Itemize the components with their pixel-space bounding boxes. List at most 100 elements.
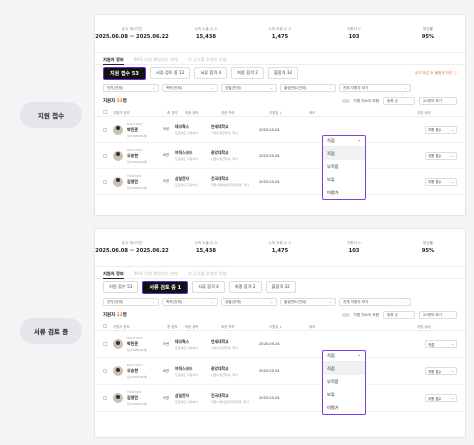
applicant-name[interactable]: 김영민 bbox=[127, 179, 157, 185]
applicant-info: TWP6288 김영민 남/1998(25세) bbox=[127, 174, 157, 190]
perpage-label: 20명씩 보기 bbox=[423, 312, 442, 317]
row-checkbox[interactable] bbox=[103, 369, 107, 373]
row-checkbox[interactable] bbox=[103, 179, 107, 184]
column-header: 지원 상태 bbox=[417, 324, 431, 329]
perpage-select[interactable]: 20명씩 보기 bbox=[419, 97, 457, 105]
filter-select[interactable]: 출생연도(전체) ⌄ bbox=[280, 298, 336, 306]
stat-card: 공고 게시기간 2025.06.08 ~ 2025.06.22 bbox=[95, 229, 169, 266]
stat-value: 103 bbox=[348, 34, 360, 40]
perpage-label: 20명씩 보기 bbox=[423, 98, 442, 103]
table-row[interactable]: TWP6288 김영민 남/1998(25세) 5년 삼일전자 프로덕트 디자이너 건국대학… bbox=[95, 385, 465, 412]
tab-2[interactable]: 이 공고를 조회한 인재 bbox=[188, 57, 227, 65]
dropdown-option[interactable]: 보류 bbox=[323, 388, 365, 401]
tab-1[interactable]: 96% 지원 예정자는 현재 bbox=[134, 57, 178, 65]
dropdown-option[interactable]: 직접 bbox=[323, 147, 365, 160]
stat-value: 15,438 bbox=[195, 248, 217, 254]
tab-0[interactable]: 지원자 정보 bbox=[103, 271, 124, 279]
company-role: 프로덕트 디자이너 bbox=[175, 372, 199, 377]
table-row[interactable]: BAD31867 오승현 남/1996(28세) 6년 브릭스코드 프로덕트 디자이너 중앙… bbox=[95, 358, 465, 385]
filter-select[interactable]: 전체 지원자 보기 ⌄ bbox=[339, 84, 411, 92]
company-name: 삼일전자 bbox=[175, 176, 189, 181]
column-header: 최종 학력 bbox=[221, 324, 235, 329]
status-select[interactable]: 지원 접수 ⌄ bbox=[425, 394, 457, 402]
table-row[interactable]: BAD31867 박민준 남/1998(25세) 5년 테크웍스 프로덕트 디자이너 연세대… bbox=[95, 331, 465, 358]
filter-select[interactable]: 출생연도(전체) ⌄ bbox=[280, 84, 336, 92]
status-dropdown[interactable]: 직접 ⌃ 직접 부적합 보류 미평가 bbox=[322, 350, 366, 415]
applicant-name[interactable]: 오승현 bbox=[127, 153, 157, 159]
status-tab-1[interactable]: 서류 검토 중 1 bbox=[142, 280, 189, 294]
school-major: 시각디자인학과, 학사 bbox=[211, 345, 238, 350]
filter-select[interactable]: 학력(전체) ⌄ bbox=[162, 84, 218, 92]
stat-value: 15,438 bbox=[195, 34, 217, 40]
status-tab-4[interactable]: 불합격 32 bbox=[267, 67, 299, 79]
status-tab-0[interactable]: 지원 접수 53 bbox=[103, 281, 139, 293]
stat-card: 응답률 95% bbox=[391, 229, 465, 266]
section-label: 서류 검토 중 bbox=[20, 318, 82, 344]
apply-date: 2025.05.24 bbox=[259, 369, 280, 373]
status-select[interactable]: 지원 접수 ⌄ bbox=[425, 177, 457, 186]
applicant-count: 지원자 53명 bbox=[103, 98, 127, 104]
perpage-select[interactable]: 20명씩 보기 bbox=[419, 311, 457, 319]
applicant-meta: 남/1998(25세) bbox=[127, 185, 148, 190]
applicant-panel: 공고 게시기간 2025.06.08 ~ 2025.06.22 누적 노출 수 ⊙ 1… bbox=[94, 228, 466, 438]
status-tab-0[interactable]: 지원 접수 53 bbox=[103, 66, 146, 80]
status-tab-2[interactable]: 서류 합격 4 bbox=[194, 67, 228, 79]
dropdown-option[interactable]: 부적합 bbox=[323, 375, 365, 388]
sort-select[interactable]: 등록 순 bbox=[383, 97, 415, 105]
filter-select[interactable]: 전체 지원자 보기 ⌄ bbox=[339, 298, 411, 306]
company-role: 프로덕트 디자이너 bbox=[175, 157, 199, 161]
status-tab-1[interactable]: 서류 검토 중 12 bbox=[149, 67, 191, 79]
row-checkbox[interactable] bbox=[103, 127, 107, 132]
toggle-switch[interactable] bbox=[341, 99, 350, 103]
table-row[interactable]: BAD31867 박민준 남/1998(25세) 5년 테크웍스 프로덕트 디자이너 연세대… bbox=[95, 117, 465, 143]
status-select[interactable]: 지원 접수 ⌄ bbox=[425, 125, 457, 134]
filter-select[interactable]: 성별(전체) ⌄ bbox=[221, 84, 277, 92]
dropdown-selected[interactable]: 직접 ⌃ bbox=[323, 136, 365, 147]
chevron-down-icon: ⌄ bbox=[403, 86, 407, 90]
status-select[interactable]: 직접 ⌄ bbox=[425, 340, 457, 348]
status-select[interactable]: 지원 접수 ⌄ bbox=[425, 151, 457, 160]
toggle-switch[interactable] bbox=[341, 313, 350, 317]
applicant-name[interactable]: 오승현 bbox=[127, 368, 157, 374]
applicant-meta: 남/1998(25세) bbox=[127, 402, 148, 406]
dropdown-option[interactable]: 미평가 bbox=[323, 186, 365, 199]
row-checkbox[interactable] bbox=[103, 153, 107, 158]
table-header: 지원자 정보 총 경력 최종 경력 최종 학력 지원일 ↓ 메모 지원 상태 bbox=[95, 322, 465, 331]
sort-select[interactable]: 등록 순 bbox=[383, 311, 415, 319]
tab-0[interactable]: 지원자 정보 bbox=[103, 57, 124, 65]
status-tab-2[interactable]: 서류 합격 4 bbox=[192, 281, 225, 293]
dropdown-option[interactable]: 직접 bbox=[323, 362, 365, 375]
table-row[interactable]: BAD31867 오승현 남/1996(28세) 6년 브릭스코드 프로덕트 디자이너 중앙… bbox=[95, 143, 465, 169]
filter-select[interactable]: 연차(전체) ⌄ bbox=[103, 84, 159, 92]
stat-value: 103 bbox=[348, 248, 360, 254]
dropdown-option[interactable]: 보류 bbox=[323, 173, 365, 186]
tab-1[interactable]: 96% 지원 예정자는 현재 bbox=[134, 271, 178, 279]
applicant-name[interactable]: 박민준 bbox=[127, 341, 157, 347]
status-label: 직접 bbox=[428, 342, 435, 347]
school-major: 시각디자인학과, 학사 bbox=[211, 131, 238, 135]
filter-select[interactable]: 연차(전체) ⌄ bbox=[103, 298, 159, 306]
row-checkbox[interactable] bbox=[103, 342, 107, 346]
select-all-checkbox[interactable] bbox=[103, 324, 107, 328]
applicant-name[interactable]: 김영민 bbox=[127, 395, 157, 401]
filter-select[interactable]: 학력(전체) ⌄ bbox=[162, 298, 218, 306]
status-tab-3[interactable]: 최종 합격 2 bbox=[228, 281, 262, 293]
filter-select[interactable]: 성별(전체) ⌄ bbox=[221, 298, 277, 306]
status-select[interactable]: 지원 접수 ⌄ bbox=[425, 367, 457, 375]
dropdown-option[interactable]: 미평가 bbox=[323, 401, 365, 414]
tab-2[interactable]: 이 공고를 조회한 인재 bbox=[188, 271, 227, 279]
status-tab-3[interactable]: 최종 합격 2 bbox=[231, 67, 264, 79]
dropdown-option[interactable]: 부적합 bbox=[323, 160, 365, 173]
table-row[interactable]: TWP6288 김영민 남/1998(25세) 5년 삼일전자 프로덕트 디자이너 건국대학… bbox=[95, 169, 465, 195]
applicant-name[interactable]: 박민준 bbox=[127, 127, 157, 133]
status-label: 지원 접수 bbox=[428, 154, 442, 158]
filter-bar: 연차(전체) ⌄ 학력(전체) ⌄ 성별(전체) ⌄ 출생연도(전체) ⌄ 전체 지원자 보기 ⌄ bbox=[95, 295, 465, 308]
row-checkbox[interactable] bbox=[103, 396, 107, 400]
status-dropdown[interactable]: 직접 ⌃ 직접 부적합 보류 미평가 bbox=[322, 135, 366, 200]
column-header: 메모 bbox=[309, 324, 316, 329]
chevron-down-icon: ⌄ bbox=[451, 153, 454, 158]
dropdown-selected[interactable]: 직접 ⌃ bbox=[323, 351, 365, 362]
stat-card: 누적 노출 수 ⊙ 15,438 bbox=[169, 15, 243, 52]
status-tab-4[interactable]: 불합격 32 bbox=[265, 281, 296, 293]
select-all-checkbox[interactable] bbox=[103, 110, 107, 114]
